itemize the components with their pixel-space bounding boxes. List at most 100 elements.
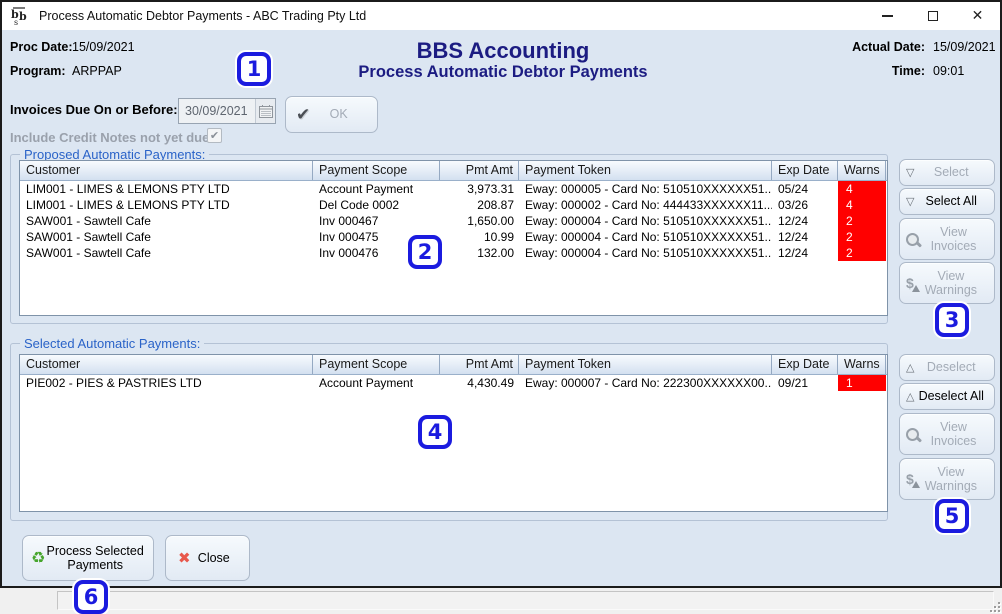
proposed-table-rows: LIM001 - LIMES & LEMONS PTY LTDAccount P… — [20, 181, 887, 261]
cell-customer: SAW001 - Sawtell Cafe — [20, 229, 313, 245]
cell-exp: 12/24 — [772, 213, 838, 229]
selected-table-header: CustomerPayment ScopePmt AmtPayment Toke… — [20, 355, 887, 375]
cell-warns: 2 — [838, 229, 886, 245]
cell-token: Eway: 000007 - Card No: 222300XXXXXX00..… — [519, 375, 772, 391]
minimize-button[interactable] — [865, 2, 910, 30]
deselect-all-triangle-icon: △ — [906, 391, 914, 402]
ok-check-icon: ✔ — [296, 105, 310, 125]
cell-warns: 2 — [838, 245, 886, 261]
due-date-field[interactable] — [178, 98, 276, 124]
deselect-button-label: Deselect — [914, 360, 988, 374]
table-row[interactable]: SAW001 - Sawtell CafeInv 000476132.00Ewa… — [20, 245, 887, 261]
process-selected-payments-button[interactable]: ♻ Process Selected Payments — [22, 535, 154, 581]
cell-amount: 10.99 — [440, 229, 519, 245]
view-invoices-label-selected: View Invoices — [919, 420, 988, 449]
table-row[interactable]: SAW001 - Sawtell CafeInv 00047510.99Eway… — [20, 229, 887, 245]
table-row[interactable]: PIE002 - PIES & PASTRIES LTDAccount Paym… — [20, 375, 887, 391]
include-credit-notes-checkbox[interactable]: ✔ — [207, 128, 222, 143]
view-invoices-button-selected[interactable]: View Invoices — [899, 413, 995, 455]
program-label: Program: — [10, 64, 66, 78]
view-invoices-label-proposed: View Invoices — [919, 225, 988, 254]
view-warnings-button-proposed[interactable]: $ View Warnings — [899, 262, 995, 304]
window-title: Process Automatic Debtor Payments - ABC … — [39, 9, 366, 23]
proposed-table-header: CustomerPayment ScopePmt AmtPayment Toke… — [20, 161, 887, 181]
select-button-label: Select — [914, 165, 988, 179]
cell-customer: LIM001 - LIMES & LEMONS PTY LTD — [20, 197, 313, 213]
deselect-button[interactable]: △ Deselect — [899, 354, 995, 381]
cell-customer: SAW001 - Sawtell Cafe — [20, 245, 313, 261]
select-all-button[interactable]: ▽ Select All — [899, 188, 995, 215]
close-window-button[interactable]: ✕ — [955, 2, 1000, 30]
cell-exp: 05/24 — [772, 181, 838, 197]
program-value: ARPPAP — [72, 64, 122, 78]
column-header-filler — [886, 355, 888, 374]
magnifier-icon — [906, 428, 919, 441]
annotation-marker-4: 4 — [418, 415, 452, 449]
time-value: 09:01 — [933, 64, 964, 78]
view-warnings-label-selected: View Warnings — [914, 465, 988, 494]
cell-exp: 03/26 — [772, 197, 838, 213]
cell-customer: PIE002 - PIES & PASTRIES LTD — [20, 375, 313, 391]
cell-scope: Account Payment — [313, 375, 440, 391]
maximize-icon — [928, 11, 938, 21]
column-header-exp: Exp Date — [772, 355, 838, 374]
recycle-icon: ♻ — [31, 550, 45, 566]
cell-token: Eway: 000002 - Card No: 444433XXXXXX11..… — [519, 197, 772, 213]
calendar-icon — [259, 105, 273, 118]
app-window: b s b Process Automatic Debtor Payments … — [0, 0, 1002, 588]
cell-warns: 2 — [838, 213, 886, 229]
title-bar[interactable]: b s b Process Automatic Debtor Payments … — [2, 2, 1000, 30]
cell-token: Eway: 000004 - Card No: 510510XXXXXX51..… — [519, 245, 772, 261]
checkbox-check-icon: ✔ — [210, 129, 219, 142]
close-button-label: Close — [191, 551, 237, 565]
deselect-all-button[interactable]: △ Deselect All — [899, 383, 995, 410]
annotation-marker-5: 5 — [935, 499, 969, 533]
maximize-button[interactable] — [910, 2, 955, 30]
dollar-warning-icon: $ — [906, 472, 914, 486]
close-button[interactable]: ✖ Close — [165, 535, 250, 581]
cell-exp: 12/24 — [772, 245, 838, 261]
column-header-token: Payment Token — [519, 161, 772, 180]
select-all-button-label: Select All — [914, 194, 988, 208]
cell-token: Eway: 000005 - Card No: 510510XXXXXX51..… — [519, 181, 772, 197]
minimize-icon — [882, 15, 893, 17]
ok-button[interactable]: ✔ OK — [285, 96, 378, 133]
app-logo-icon: b s b — [10, 6, 30, 26]
cell-token: Eway: 000004 - Card No: 510510XXXXXX51..… — [519, 213, 772, 229]
column-header-customer: Customer — [20, 355, 313, 374]
cell-amount: 132.00 — [440, 245, 519, 261]
cell-exp: 12/24 — [772, 229, 838, 245]
status-panel — [57, 591, 994, 610]
cell-warns: 4 — [838, 197, 886, 213]
cell-customer: SAW001 - Sawtell Cafe — [20, 213, 313, 229]
dollar-warning-icon: $ — [906, 276, 914, 290]
due-date-input[interactable] — [179, 103, 255, 119]
cell-token: Eway: 000004 - Card No: 510510XXXXXX51..… — [519, 229, 772, 245]
column-header-scope: Payment Scope — [313, 355, 440, 374]
deselect-triangle-icon: △ — [906, 362, 914, 373]
close-x-icon: ✖ — [178, 551, 191, 566]
column-header-warns: Warns — [838, 161, 886, 180]
view-invoices-button-proposed[interactable]: View Invoices — [899, 218, 995, 260]
cell-scope: Account Payment — [313, 181, 440, 197]
view-warnings-button-selected[interactable]: $ View Warnings — [899, 458, 995, 500]
select-button[interactable]: ▽ Select — [899, 159, 995, 186]
column-header-amount: Pmt Amt — [440, 161, 519, 180]
calendar-picker-button[interactable] — [255, 99, 275, 123]
column-header-warns: Warns — [838, 355, 886, 374]
column-header-customer: Customer — [20, 161, 313, 180]
resize-grip[interactable] — [988, 600, 1000, 612]
column-header-amount: Pmt Amt — [440, 355, 519, 374]
actual-date-label: Actual Date: — [830, 40, 925, 54]
table-row[interactable]: LIM001 - LIMES & LEMONS PTY LTDAccount P… — [20, 181, 887, 197]
status-bar — [0, 588, 1002, 614]
cell-scope: Inv 000467 — [313, 213, 440, 229]
table-row[interactable]: LIM001 - LIMES & LEMONS PTY LTDDel Code … — [20, 197, 887, 213]
table-row[interactable]: SAW001 - Sawtell CafeInv 0004671,650.00E… — [20, 213, 887, 229]
invoices-due-label: Invoices Due On or Before: — [10, 102, 178, 117]
cell-amount: 3,973.31 — [440, 181, 519, 197]
proc-date-label: Proc Date: — [10, 40, 73, 54]
selected-payments-group-label: Selected Automatic Payments: — [20, 336, 204, 351]
cell-amount: 1,650.00 — [440, 213, 519, 229]
column-header-token: Payment Token — [519, 355, 772, 374]
